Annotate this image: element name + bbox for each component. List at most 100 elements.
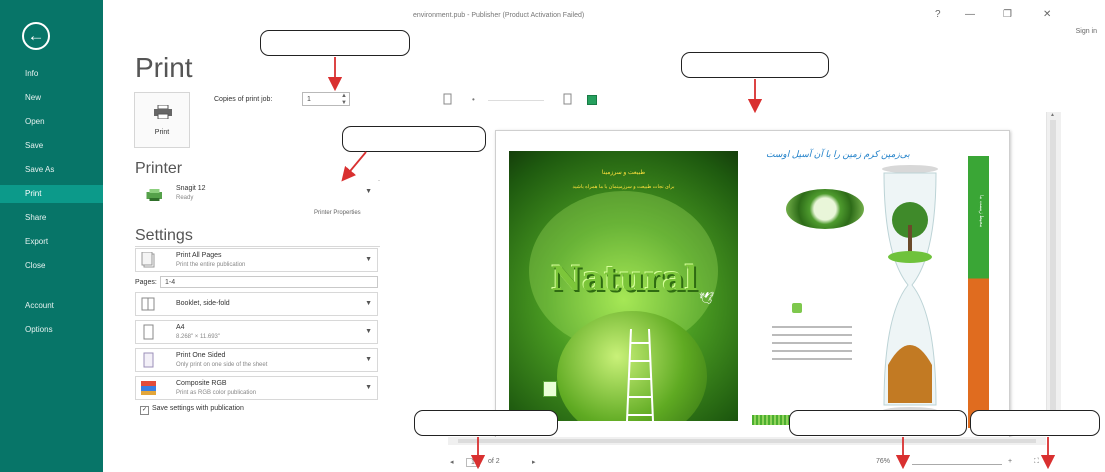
color-select[interactable]: Composite RGB Print as RGB color publica…: [135, 376, 378, 400]
dove-icon: 🕊: [699, 291, 715, 305]
cover-header: طبیعت و سرزمینا: [601, 170, 646, 176]
copies-input[interactable]: 1 ▲ ▼: [302, 92, 350, 106]
horizontal-scrollbar[interactable]: [448, 437, 1046, 445]
chevron-down-icon: ▼: [365, 256, 372, 263]
sidebar-item-save[interactable]: Save: [0, 137, 103, 155]
scroll-thumb[interactable]: [1050, 120, 1056, 416]
printer-properties-link[interactable]: Printer Properties: [314, 210, 361, 216]
sidebar-item-close[interactable]: Close: [0, 257, 103, 275]
printer-icon: [154, 105, 172, 119]
color-mode-icon: [141, 381, 156, 395]
print-button[interactable]: Print: [134, 92, 190, 148]
restore-button[interactable]: ❐: [1003, 9, 1012, 20]
sidebar-item-new[interactable]: New: [0, 89, 103, 107]
window-title: environment.pub - Publisher (Product Act…: [413, 12, 585, 19]
chevron-down-icon: ▼: [365, 328, 372, 335]
next-sheet-icon[interactable]: [563, 93, 573, 105]
save-settings-checkbox[interactable]: ✓ Save settings with publication: [140, 405, 244, 415]
strip-text: محیط زیست ما: [978, 195, 984, 228]
callout-box: [414, 410, 558, 436]
cover-word: Natural: [551, 259, 698, 299]
sidebar-item-account[interactable]: Account: [0, 297, 103, 315]
hourglass-image: [882, 165, 938, 415]
callout-box: [970, 410, 1100, 436]
printer-select[interactable]: Snagit 12 Ready ▼: [135, 180, 378, 206]
minimize-button[interactable]: —: [965, 9, 975, 20]
setting-subtitle: 8.268" × 11.693": [176, 334, 221, 340]
setting-title: A4: [176, 324, 185, 331]
printer-name: Snagit 12: [176, 185, 206, 192]
page-number-input[interactable]: 1: [466, 458, 480, 467]
previous-page-button[interactable]: ◂: [450, 458, 454, 466]
backstage-sidebar: ← Info New Open Save Save As Print Share…: [0, 0, 103, 472]
previous-sheet-icon[interactable]: [443, 93, 453, 105]
setting-title: Composite RGB: [176, 380, 227, 387]
setting-title: Print All Pages: [176, 252, 222, 259]
vertical-scrollbar[interactable]: ▲ ▼: [1046, 112, 1061, 432]
fit-page-icon[interactable]: ⛶: [1034, 458, 1039, 466]
page-marker-icon: •: [472, 95, 475, 104]
zoom-level: 76%: [876, 458, 891, 465]
sidebar-item-export[interactable]: Export: [0, 233, 103, 251]
paper-icon: [143, 324, 154, 340]
multi-page-view-icon[interactable]: [587, 95, 597, 105]
recycle-logo-icon: [792, 303, 802, 313]
help-icon[interactable]: ?: [935, 9, 941, 20]
sidebar-item-options[interactable]: Options: [0, 321, 103, 339]
one-sided-icon: [143, 352, 154, 368]
chevron-down-icon: ▼: [365, 384, 372, 391]
sidebar-item-save-as[interactable]: Save As: [0, 161, 103, 179]
text-lines: [772, 320, 852, 366]
setting-subtitle: Only print on one side of the sheet: [176, 362, 268, 368]
back-arrow-icon[interactable]: ←: [22, 22, 50, 50]
page-count: of 2: [488, 458, 500, 465]
chevron-down-icon: ▼: [365, 300, 372, 307]
pages-label: Pages:: [135, 279, 157, 286]
cover-panel: طبیعت و سرزمینا برای نجات طبیعت و سرزمین…: [509, 151, 738, 421]
printer-status: Ready: [176, 195, 194, 201]
sign-in-link[interactable]: Sign in: [1076, 28, 1097, 35]
setting-title: Print One Sided: [176, 352, 226, 359]
pages-input[interactable]: 1-4: [160, 276, 378, 288]
chevron-down-icon: ▼: [365, 188, 372, 195]
divider: [135, 246, 380, 247]
spinner-icon[interactable]: ▲ ▼: [341, 93, 347, 107]
sidebar-item-open[interactable]: Open: [0, 113, 103, 131]
next-page-button[interactable]: ▸: [532, 458, 536, 466]
setting-title: Booklet, side-fold: [176, 300, 230, 307]
wreath-image: [786, 189, 864, 229]
layout-select[interactable]: Booklet, side-fold ▼: [135, 292, 378, 316]
callout-box: [789, 410, 967, 436]
paper-size-select[interactable]: A4 8.268" × 11.693" ▼: [135, 320, 378, 344]
sidebar-item-share[interactable]: Share: [0, 209, 103, 227]
setting-subtitle: Print as RGB color publication: [176, 390, 257, 396]
printer-heading: Printer: [135, 160, 183, 177]
printer-device-icon: [146, 189, 162, 201]
copies-label: Copies of print job:: [214, 96, 273, 103]
sidebar-item-print[interactable]: Print: [0, 185, 103, 203]
callout-box: [681, 52, 829, 78]
callout-box: [260, 30, 410, 56]
setting-subtitle: Print the entire publication: [176, 262, 246, 268]
inside-panel: بی‌زمین کرم زمین را با آن آسیل اوست محیط…: [752, 145, 1002, 435]
save-settings-label: Save settings with publication: [152, 405, 244, 412]
ladder-image: [626, 329, 654, 421]
scroll-thumb[interactable]: [458, 439, 1036, 443]
callout-box: [342, 126, 486, 152]
zoom-slider[interactable]: [912, 464, 1002, 465]
print-button-label: Print: [154, 129, 170, 136]
zoom-in-button[interactable]: +: [1008, 458, 1012, 465]
chevron-down-icon: ▼: [365, 356, 372, 363]
copies-value: 1: [307, 96, 311, 103]
logo-badge: [543, 381, 557, 397]
sidebar-item-info[interactable]: Info: [0, 65, 103, 83]
page-title: Print: [135, 52, 193, 83]
zoom-out-button[interactable]: −: [900, 458, 904, 465]
close-window-button[interactable]: ✕: [1043, 9, 1051, 20]
scroll-up-icon[interactable]: ▲: [1050, 112, 1055, 118]
sides-select[interactable]: Print One Sided Only print on one side o…: [135, 348, 378, 372]
checkmark-icon[interactable]: ✓: [140, 406, 149, 415]
sheet-slider[interactable]: [488, 100, 544, 101]
print-range-select[interactable]: Print All Pages Print the entire publica…: [135, 248, 378, 272]
cover-subheader: برای نجات طبیعت و سرزمینمان با ما همراه …: [572, 184, 675, 190]
